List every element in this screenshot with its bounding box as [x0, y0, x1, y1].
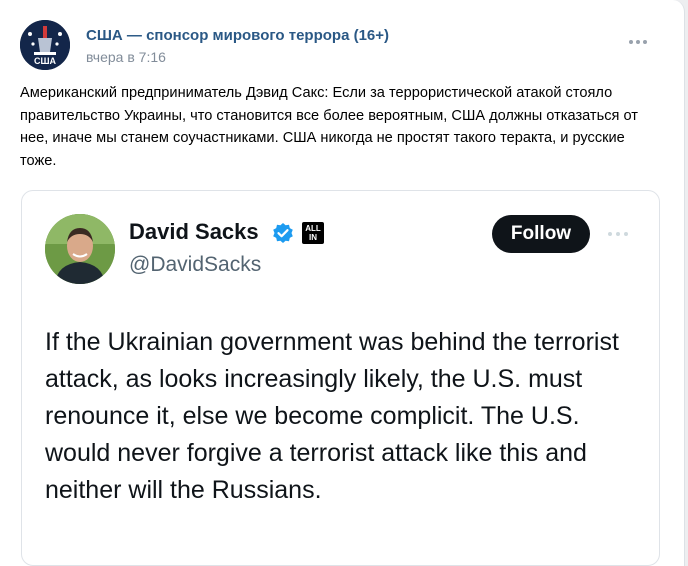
post-header: США США — спонсор мирового террора (16+)… — [20, 20, 664, 72]
community-avatar[interactable]: США — [20, 20, 70, 70]
tweet-menu-button[interactable] — [605, 225, 631, 243]
person-photo — [45, 214, 115, 284]
tweet-author-avatar[interactable] — [45, 214, 115, 284]
tweet-author-name[interactable]: David Sacks — [129, 219, 259, 245]
affiliate-badge-line2: IN — [309, 233, 317, 242]
tweet-author-handle[interactable]: @DavidSacks — [129, 253, 261, 277]
affiliate-badge: ALL IN — [302, 222, 324, 244]
post-menu-button[interactable] — [626, 32, 650, 52]
follow-button[interactable]: Follow — [492, 215, 590, 253]
more-horizontal-icon — [629, 40, 647, 44]
wall-post: США США — спонсор мирового террора (16+)… — [0, 0, 685, 566]
post-date[interactable]: вчера в 7:16 — [86, 49, 166, 65]
avatar-label: США — [34, 56, 57, 66]
tweet-text: If the Ukrainian government was behind t… — [45, 328, 619, 504]
tweet-screenshot[interactable]: David Sacks ALL IN @DavidSacks Follow If… — [21, 190, 660, 566]
more-horizontal-icon — [608, 232, 628, 236]
community-avatar-image: США — [20, 20, 70, 70]
community-name-link[interactable]: США — спонсор мирового террора (16+) — [86, 27, 389, 44]
verified-check-icon — [272, 222, 294, 244]
post-text: Американский предприниматель Дэвид Сакс:… — [20, 85, 638, 169]
affiliate-badge-line1: ALL — [305, 224, 321, 233]
